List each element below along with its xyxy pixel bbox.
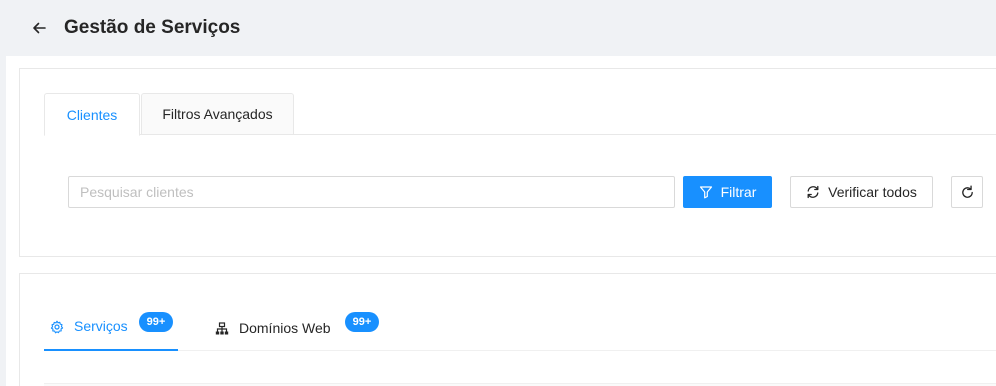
reload-icon — [961, 184, 973, 198]
search-input[interactable] — [68, 176, 675, 208]
tab-dominios-web[interactable]: Domínios Web 99+ — [215, 274, 379, 351]
verify-all-button[interactable]: Verificar todos — [790, 176, 933, 208]
refresh-button[interactable] — [951, 176, 983, 208]
sitemap-icon — [215, 322, 229, 336]
count-badge: 99+ — [345, 312, 379, 332]
filter-button[interactable]: Filtrar — [683, 176, 772, 208]
tab-label: Filtros Avançados — [162, 106, 273, 122]
sync-icon — [807, 185, 819, 199]
tab-servicos[interactable]: Serviços 99+ — [44, 274, 178, 351]
tab-label: Clientes — [66, 106, 118, 123]
arrow-left-icon[interactable] — [28, 17, 50, 39]
filter-icon — [699, 186, 712, 199]
count-badge: 99+ — [139, 312, 173, 332]
filter-button-label: Filtrar — [720, 184, 757, 200]
verify-all-label: Verificar todos — [828, 184, 917, 200]
filter-card: Clientes Filtros Avançados Filtrar Verif… — [19, 68, 996, 257]
page-title: Gestão de Serviços — [64, 17, 241, 38]
filter-tab-bar: Clientes Filtros Avançados — [44, 93, 996, 136]
tab-label: Serviços — [74, 318, 128, 334]
services-tab-bar: Serviços 99+ Domínios Web 99+ — [44, 274, 996, 351]
tab-clientes[interactable]: Clientes — [44, 93, 140, 136]
tab-filtros-avancados[interactable]: Filtros Avançados — [141, 93, 294, 135]
gear-icon — [50, 320, 64, 334]
services-card: Serviços 99+ Domínios Web 99+ — [19, 273, 996, 386]
page-header: Gestão de Serviços — [0, 0, 996, 56]
tab-label: Domínios Web — [239, 320, 331, 336]
